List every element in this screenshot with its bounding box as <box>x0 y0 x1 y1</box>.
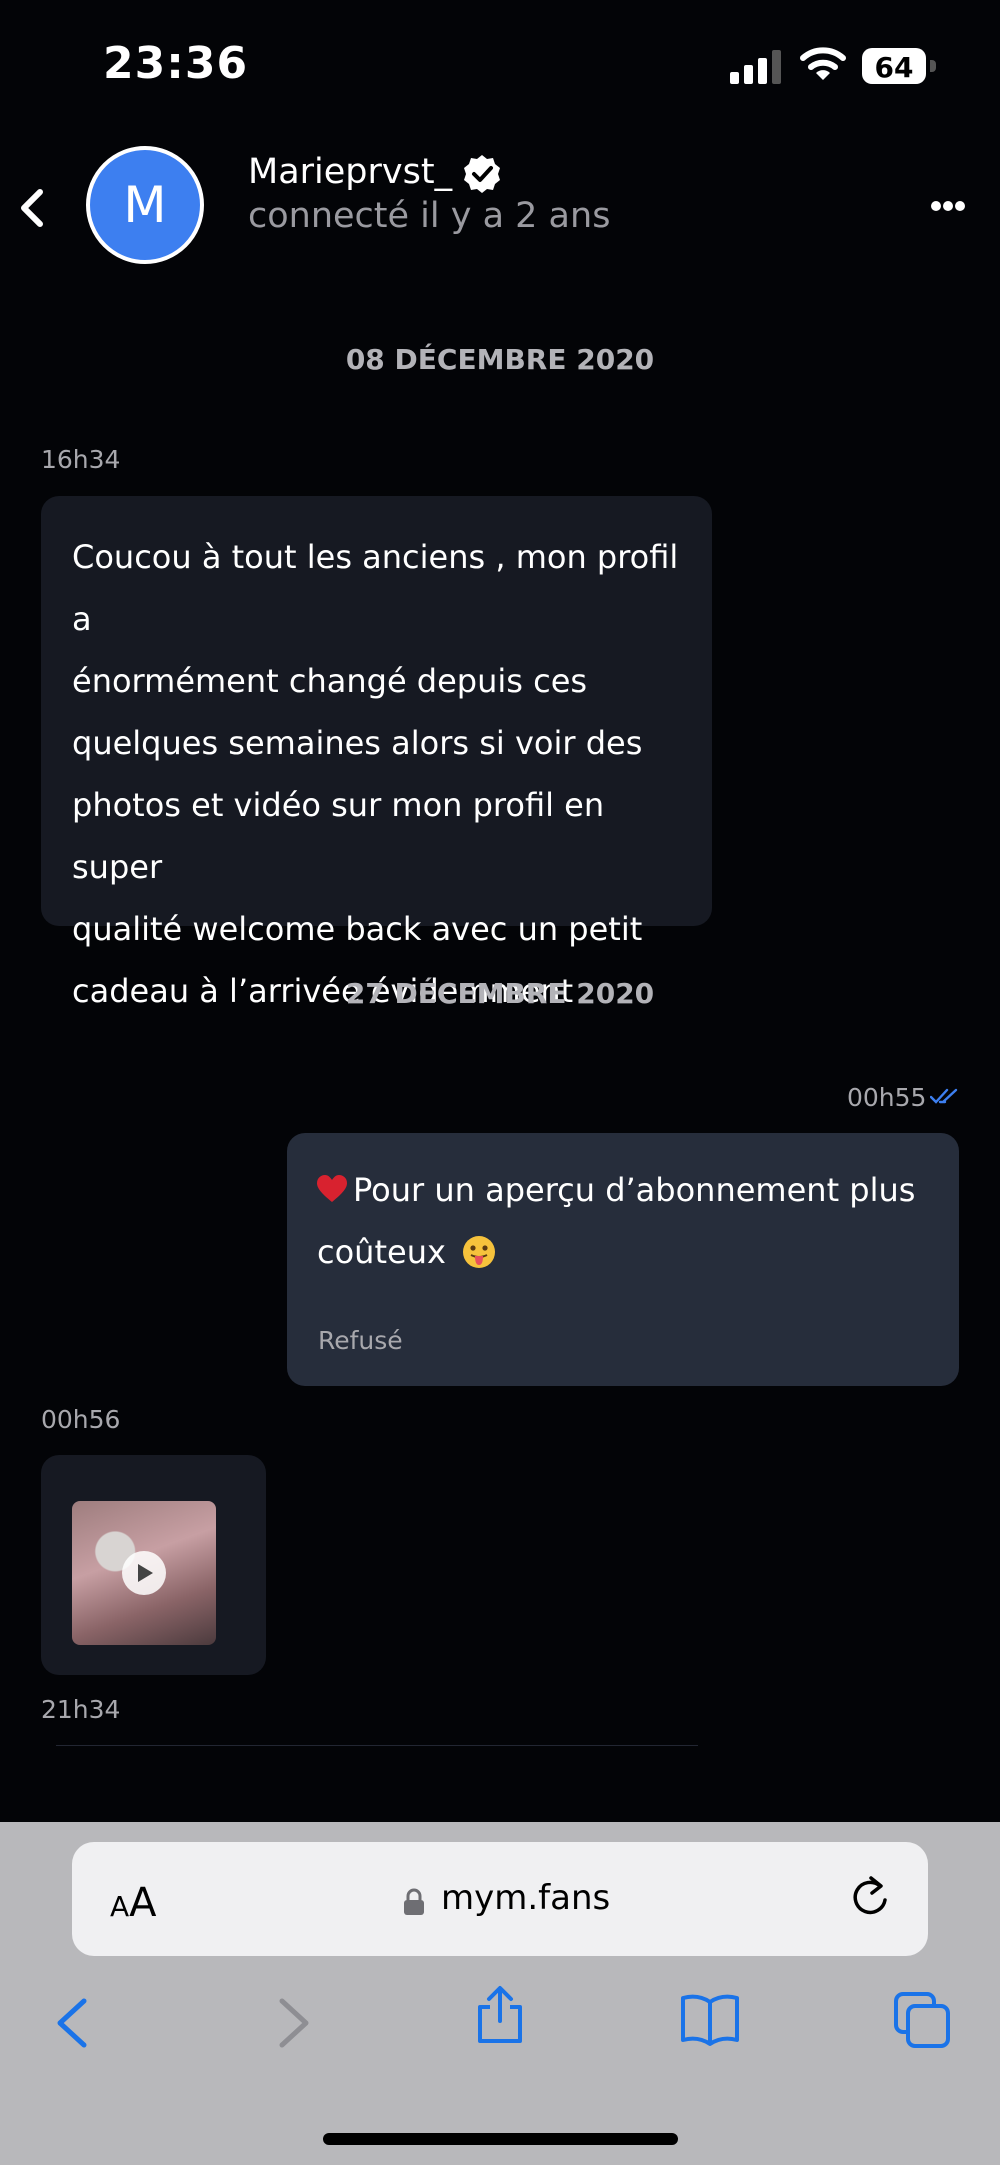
play-icon <box>138 1564 153 1582</box>
heart-icon <box>317 1175 347 1202</box>
tongue-emoji-icon <box>463 1236 496 1268</box>
message-line: énormément changé depuis ces <box>72 662 588 700</box>
contact-name[interactable]: Marieprvst_ <box>248 152 452 192</box>
browser-forward-icon[interactable] <box>262 1993 322 2053</box>
more-options-icon[interactable] <box>930 200 966 212</box>
message-time: 00h56 <box>41 1405 121 1434</box>
url-text[interactable]: mym.fans <box>441 1878 610 1918</box>
reader-text-size-button[interactable]: AA <box>110 1880 157 1926</box>
browser-back-icon[interactable] <box>44 1993 104 2053</box>
lock-icon <box>404 1888 424 1915</box>
back-chevron-icon[interactable] <box>16 186 48 230</box>
message-line: qualité welcome back avec un petit <box>72 910 643 948</box>
reload-icon[interactable] <box>850 1874 890 1920</box>
wifi-icon <box>800 47 846 80</box>
received-message-bubble[interactable]: Coucou à tout les anciens , mon profil a… <box>41 496 712 1010</box>
message-line: coûteux <box>317 1233 446 1271</box>
status-time: 23:36 <box>103 38 249 89</box>
last-seen-status: connecté il y a 2 ans <box>248 196 611 236</box>
message-line: Pour un aperçu d’abonnement plus <box>353 1171 916 1209</box>
message-time: 00h55 <box>847 1083 927 1112</box>
battery-icon: 64 <box>862 48 938 84</box>
cellular-signal-icon <box>730 50 781 84</box>
avatar-letter: M <box>123 176 167 234</box>
message-line: quelques semaines alors si voir des <box>72 724 643 762</box>
bookmarks-icon[interactable] <box>680 1990 740 2050</box>
date-separator: 27 DÉCEMBRE 2020 <box>345 977 655 1010</box>
message-time: 16h34 <box>41 445 121 474</box>
offer-status: Refusé <box>318 1326 403 1355</box>
play-button[interactable] <box>122 1551 166 1595</box>
home-indicator <box>323 2133 678 2145</box>
tabs-icon[interactable] <box>892 1990 952 2050</box>
date-separator: 08 DÉCEMBRE 2020 <box>345 343 655 376</box>
message-line: photos et vidéo sur mon profil en super <box>72 786 605 886</box>
verified-badge-icon <box>464 155 500 193</box>
battery-level: 64 <box>874 51 914 84</box>
message-time: 21h34 <box>41 1695 121 1724</box>
message-line: Coucou à tout les anciens , mon profil a <box>72 538 679 638</box>
double-check-icon <box>930 1088 958 1104</box>
avatar[interactable]: M <box>86 146 204 264</box>
divider <box>56 1745 698 1746</box>
share-icon[interactable] <box>470 1985 530 2045</box>
